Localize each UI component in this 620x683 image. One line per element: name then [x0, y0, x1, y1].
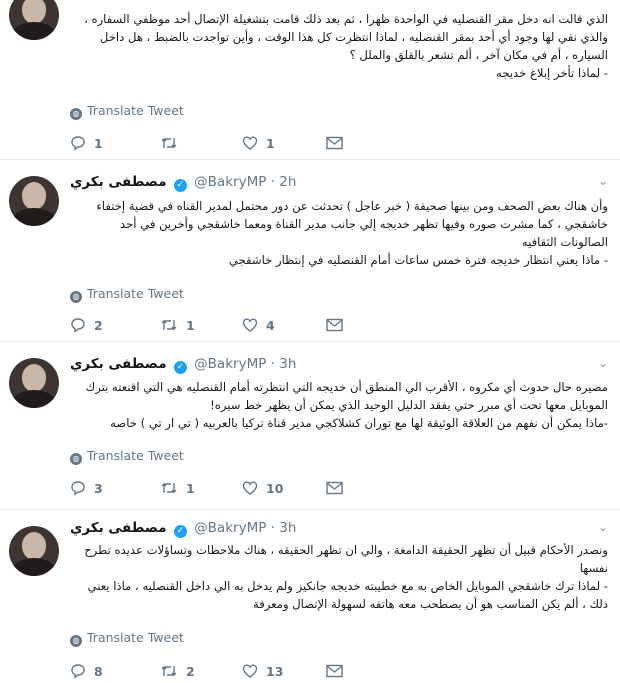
tweet-header: مصطفى بكري ✓ @BakryMP · 2h	[70, 174, 297, 192]
translate-tweet-link[interactable]: ◍ Translate Tweet	[70, 103, 184, 120]
avatar[interactable]	[9, 358, 59, 408]
tweet[interactable]: · 2h الذي قالت انه دخل مقر القنصليه في ا…	[0, 0, 620, 160]
tweet-text: وأن هناك بعض الصحف ومن بينها صحيفة ( خبر…	[96, 199, 608, 267]
heart-icon	[242, 481, 258, 495]
heart-icon	[242, 664, 258, 678]
retweet-icon	[161, 320, 177, 330]
author-name[interactable]: مصطفى بكري	[70, 356, 167, 372]
retweet-count: 1	[186, 481, 195, 496]
like-count: 13	[266, 664, 284, 679]
retweet-button[interactable]	[160, 134, 186, 154]
tweet-header: مصطفى بكري ✓ @BakryMP · 3h	[70, 356, 297, 374]
direct-message-button[interactable]	[326, 134, 343, 154]
reply-icon	[71, 481, 85, 496]
translate-tweet-link[interactable]: ◍ Translate Tweet	[70, 630, 184, 647]
verified-badge-icon: ✓	[173, 361, 187, 374]
reply-count: 1	[94, 136, 103, 151]
retweet-icon	[161, 138, 177, 148]
heart-icon	[242, 136, 258, 150]
tweet-time[interactable]: 2h	[79, 0, 96, 4]
globe-icon: ◍	[70, 108, 82, 120]
tweet-header: · 2h	[70, 0, 96, 6]
tweet-text: مصيره حال حدوث أي مكروه ، الأقرب الي الم…	[85, 380, 608, 430]
verified-badge-icon: ✓	[173, 179, 187, 192]
globe-icon: ◍	[70, 291, 82, 303]
reply-button[interactable]: 2	[70, 316, 103, 336]
reply-count: 2	[94, 318, 103, 333]
author-handle[interactable]: @BakryMP	[194, 520, 266, 536]
retweet-button[interactable]: 1	[160, 316, 195, 336]
chevron-down-icon[interactable]: ⌄	[598, 174, 608, 188]
avatar[interactable]	[9, 0, 59, 40]
envelope-icon	[326, 136, 343, 150]
verified-badge-icon: ✓	[173, 525, 187, 538]
tweet[interactable]: مصطفى بكري ✓ @BakryMP · 2h ⌄ وأن هناك بع…	[0, 160, 620, 342]
heart-icon	[242, 318, 258, 332]
author-handle[interactable]: @BakryMP	[194, 356, 266, 372]
envelope-icon	[326, 664, 343, 678]
tweet[interactable]: مصطفى بكري ✓ @BakryMP · 3h ⌄ مصيره حال ح…	[0, 342, 620, 510]
tweet-text: الذي قالت انه دخل مقر القنصليه في الواحد…	[84, 12, 608, 80]
like-button[interactable]: 10	[242, 479, 283, 499]
like-button[interactable]: 4	[242, 316, 275, 336]
tweet-time[interactable]: 3h	[279, 520, 296, 536]
retweet-icon	[161, 483, 177, 493]
like-button[interactable]: 13	[242, 662, 283, 682]
avatar[interactable]	[9, 526, 59, 576]
retweet-button[interactable]: 2	[160, 662, 195, 682]
retweet-count: 1	[186, 318, 195, 333]
author-name[interactable]: مصطفى بكري	[70, 174, 167, 190]
direct-message-button[interactable]	[326, 662, 343, 682]
globe-icon: ◍	[70, 453, 82, 465]
tweet-time[interactable]: 2h	[279, 174, 296, 190]
author-name[interactable]: مصطفى بكري	[70, 520, 167, 536]
reply-button[interactable]: 3	[70, 479, 103, 499]
tweet[interactable]: مصطفى بكري ✓ @BakryMP · 3h ⌄ ونصدر الأحك…	[0, 510, 620, 682]
translate-tweet-link[interactable]: ◍ Translate Tweet	[70, 448, 184, 465]
globe-icon: ◍	[70, 635, 82, 647]
tweet-time[interactable]: 3h	[279, 356, 296, 372]
like-count: 4	[266, 318, 275, 333]
reply-icon	[71, 318, 85, 333]
envelope-icon	[326, 318, 343, 332]
direct-message-button[interactable]	[326, 479, 343, 499]
envelope-icon	[326, 481, 343, 495]
author-handle[interactable]: @BakryMP	[194, 174, 266, 190]
tweet-header: مصطفى بكري ✓ @BakryMP · 3h	[70, 520, 297, 538]
direct-message-button[interactable]	[326, 316, 343, 336]
chevron-down-icon[interactable]: ⌄	[598, 520, 608, 534]
like-count: 10	[266, 481, 284, 496]
reply-button[interactable]: 1	[70, 134, 103, 154]
tweet-text: ونصدر الأحكام قبيل أن تظهر الحقيقة الدام…	[84, 543, 608, 611]
reply-button[interactable]: 8	[70, 662, 103, 682]
retweet-button[interactable]: 1	[160, 479, 195, 499]
chevron-down-icon[interactable]: ⌄	[598, 356, 608, 370]
like-button[interactable]: 1	[242, 134, 275, 154]
reply-count: 3	[94, 481, 103, 496]
retweet-icon	[161, 666, 177, 676]
like-count: 1	[266, 136, 275, 151]
translate-tweet-link[interactable]: ◍ Translate Tweet	[70, 286, 184, 303]
reply-count: 8	[94, 664, 103, 679]
reply-icon	[71, 136, 85, 151]
avatar[interactable]	[9, 176, 59, 226]
retweet-count: 2	[186, 664, 195, 679]
reply-icon	[71, 664, 85, 679]
